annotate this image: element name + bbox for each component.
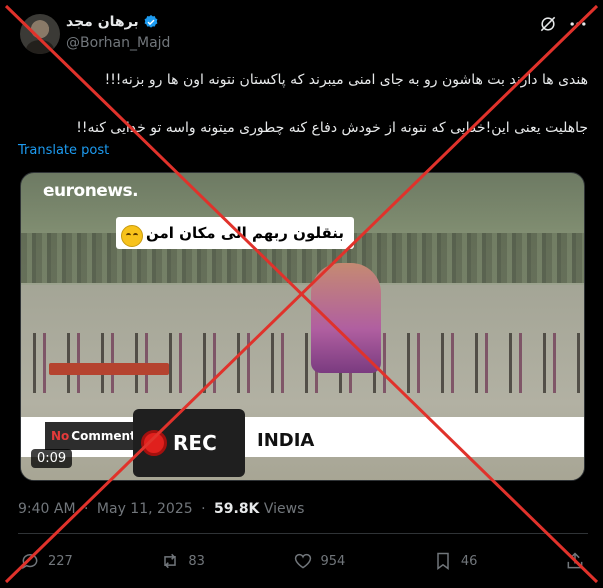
reply-icon (22, 554, 38, 570)
record-dot-icon (141, 430, 167, 456)
author-name[interactable]: برهان مجد (66, 14, 139, 30)
author-handle[interactable]: @Borhan_Majd (66, 35, 170, 51)
video-frame-boat (49, 363, 169, 375)
tweet-line-1: هندی ها دارند بت هاشون رو به جای امنی می… (104, 72, 588, 88)
no-comment-badge: No Comment (45, 422, 142, 450)
video-duration: 0:09 (31, 449, 73, 468)
reply-button[interactable]: 227 (20, 551, 73, 571)
reply-count: 227 (48, 553, 73, 569)
laughing-emoji-icon (121, 225, 143, 247)
meta-separator: · (84, 501, 89, 517)
rec-label: REC (173, 431, 217, 455)
euronews-logo: euronews. (43, 181, 139, 201)
views-count: 59.8K (214, 501, 260, 517)
grok-icon[interactable] (538, 14, 558, 34)
tweet-time[interactable]: 9:40 AM (18, 501, 76, 517)
tweet-line-2: جاهلیت یعنی این!خدایی که نتونه از خودش د… (76, 120, 588, 136)
views-label: Views (263, 501, 305, 517)
share-icon (567, 552, 583, 569)
tweet-text: هندی ها دارند بت هاشون رو به جای امنی می… (18, 70, 588, 138)
verified-badge-icon (144, 15, 158, 28)
video-player[interactable]: euronews. بنقلون ربهم الی مکان امن No Co… (20, 172, 585, 481)
translate-post-link[interactable]: Translate post (18, 143, 109, 158)
avatar[interactable] (20, 14, 60, 54)
meta-separator: · (201, 501, 206, 517)
more-options-icon[interactable] (566, 12, 590, 36)
rec-indicator: REC (133, 409, 245, 477)
video-frame-idol (311, 263, 381, 373)
bookmark-icon (437, 552, 449, 570)
video-caption: بنقلون ربهم الی مکان امن (116, 217, 355, 249)
tweet-date[interactable]: May 11, 2025 (97, 501, 193, 517)
tweet-meta: 9:40 AM · May 11, 2025 · 59.8K Views (18, 501, 304, 517)
repost-button[interactable]: 83 (160, 551, 205, 571)
bookmark-count: 46 (460, 553, 478, 569)
author-name-row[interactable]: برهان مجد (66, 14, 159, 30)
like-count: 954 (320, 553, 346, 569)
bookmark-button[interactable]: 46 (433, 551, 478, 571)
repost-icon (164, 553, 177, 569)
no-comment-label: Comment (71, 429, 136, 443)
no-comment-prefix: No (51, 429, 70, 443)
heart-icon (294, 553, 311, 569)
repost-count: 83 (188, 553, 205, 569)
country-label: INDIA (257, 430, 315, 451)
action-bar: 227 83 954 46 (20, 549, 585, 573)
divider (18, 533, 588, 534)
like-button[interactable]: 954 (293, 551, 346, 571)
share-button[interactable] (565, 551, 585, 571)
